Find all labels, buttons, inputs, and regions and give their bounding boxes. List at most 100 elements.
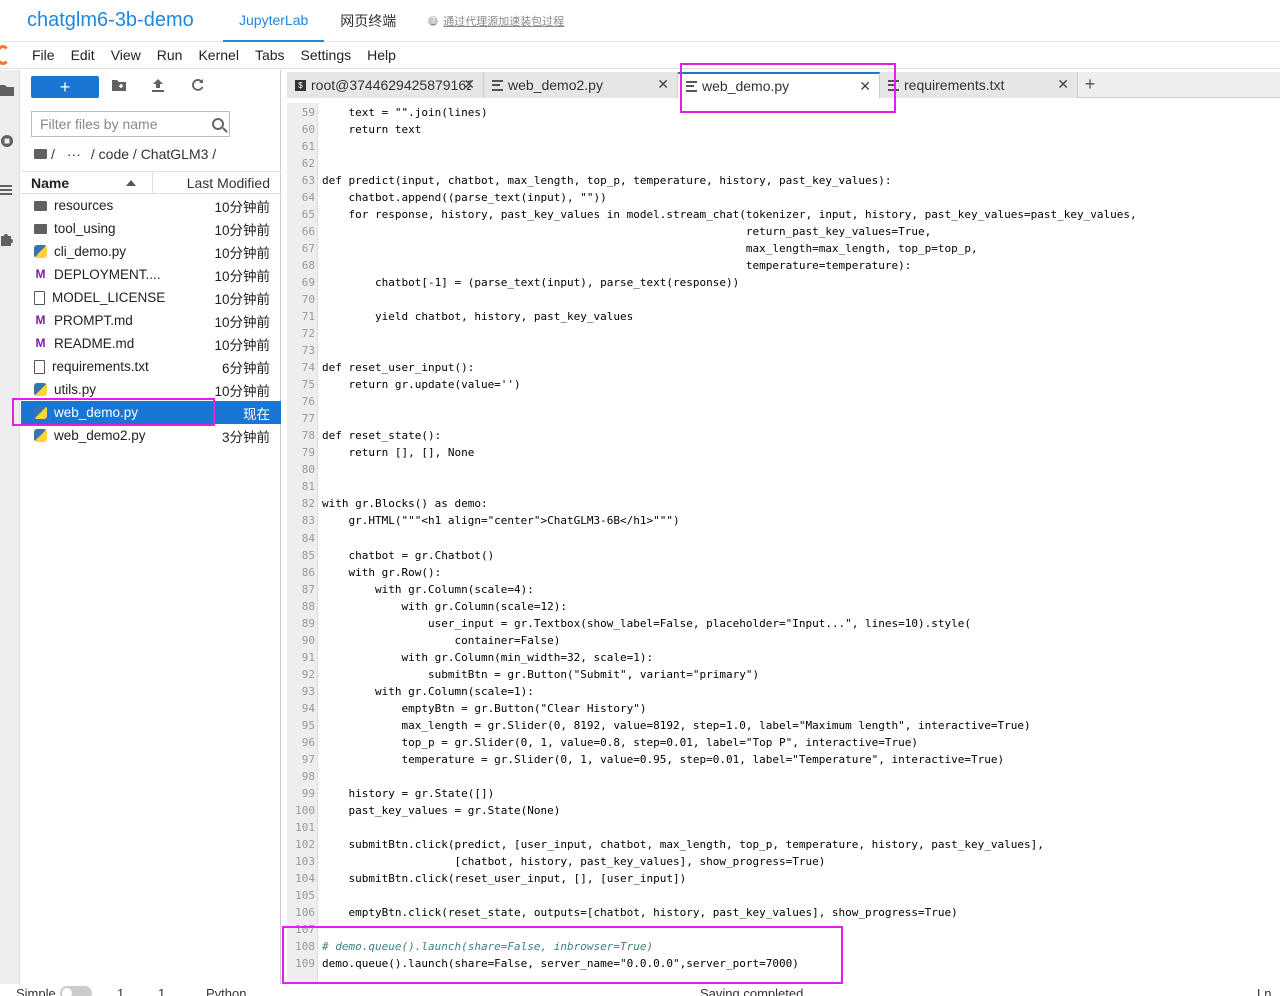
code-line[interactable]: 96 top_p = gr.Slider(0, 1, value=0.8, st… [287, 734, 918, 751]
tab-requirements[interactable]: requirements.txt ✕ [880, 72, 1078, 98]
code-line[interactable]: 69 chatbot[-1] = (parse_text(input), par… [287, 274, 739, 291]
list-item[interactable]: tool_using 10分钟前 [21, 217, 281, 240]
code-line[interactable]: 101 [287, 819, 322, 836]
list-item[interactable]: resources 10分钟前 [21, 194, 281, 217]
code-line[interactable]: 93 with gr.Column(scale=1): [287, 683, 534, 700]
new-launcher-button[interactable]: + [31, 76, 99, 98]
code-line[interactable]: 78 def reset_state(): [287, 427, 441, 444]
tab-jupyterlab[interactable]: JupyterLab [223, 0, 325, 42]
code-line[interactable]: 82 with gr.Blocks() as demo: [287, 495, 488, 512]
code-line[interactable]: 68 temperature=temperature): [287, 257, 912, 274]
code-line[interactable]: 84 [287, 530, 322, 547]
breadcrumb-ellipsis[interactable]: ··· [67, 146, 81, 162]
column-name-header[interactable]: Name [21, 172, 153, 193]
code-editor[interactable]: 59 text = "".join(lines) 60 return text 61… [287, 103, 1280, 983]
menu-tabs[interactable]: Tabs [247, 47, 293, 63]
list-item[interactable]: utils.py 10分钟前 [21, 378, 281, 401]
code-line[interactable]: 63 def predict(input, chatbot, max_length… [287, 172, 892, 189]
code-line[interactable]: 75 return gr.update(value='') [287, 376, 521, 393]
code-line[interactable]: 90 container=False) [287, 632, 561, 649]
list-item[interactable]: MODEL_LICENSE 10分钟前 [21, 286, 281, 309]
code-line[interactable]: 71 yield chatbot, history, past_key_valu… [287, 308, 634, 325]
code-line[interactable]: 98 [287, 768, 322, 785]
code-line[interactable]: 100 past_key_values = gr.State(None) [287, 802, 560, 819]
extension-icon[interactable] [0, 232, 14, 246]
code-line[interactable]: 66 return_past_key_values=True, [287, 223, 932, 240]
code-line[interactable]: 60 return text [287, 121, 422, 138]
add-tab-button[interactable]: + [1078, 72, 1102, 98]
running-icon[interactable] [0, 134, 14, 148]
tab-terminal[interactable]: $ root@3744629425879162I ✕ [287, 72, 484, 98]
list-item-selected[interactable]: web_demo.py 现在 [21, 401, 281, 424]
refresh-icon[interactable] [190, 78, 206, 94]
code-line[interactable]: 70 [287, 291, 322, 308]
code-line[interactable]: 83 gr.HTML("""<h1 align="center">ChatGLM… [287, 512, 680, 529]
code-line[interactable]: 72 [287, 325, 322, 342]
column-last-modified-header[interactable]: Last Modified [153, 175, 281, 191]
close-icon[interactable]: ✕ [859, 78, 871, 95]
close-icon[interactable]: ✕ [1057, 76, 1069, 93]
code-line[interactable]: 87 with gr.Column(scale=4): [287, 581, 534, 598]
menu-kernel[interactable]: Kernel [190, 47, 246, 63]
code-line[interactable]: 74 def reset_user_input(): [287, 359, 475, 376]
close-icon[interactable]: ✕ [657, 76, 669, 93]
table-of-contents-icon[interactable] [0, 184, 14, 198]
upload-icon[interactable] [150, 78, 166, 94]
breadcrumb-root[interactable]: / [51, 146, 55, 162]
menu-run[interactable]: Run [149, 47, 191, 63]
code-line[interactable]: 104 submitBtn.click(reset_user_input, []… [287, 870, 686, 887]
code-line[interactable]: 65 for response, history, past_key_value… [287, 206, 1137, 223]
code-line[interactable]: 94 emptyBtn = gr.Button("Clear History") [287, 700, 647, 717]
tab-web-demo2[interactable]: web_demo2.py ✕ [484, 72, 678, 98]
code-line[interactable]: 77 [287, 410, 322, 427]
list-item[interactable]: M DEPLOYMENT.... 10分钟前 [21, 263, 281, 286]
proxy-hint-link[interactable]: ? 通过代理源加速装包过程 [428, 13, 564, 29]
list-item[interactable]: M README.md 10分钟前 [21, 332, 281, 355]
code-line[interactable]: 89 user_input = gr.Textbox(show_label=Fa… [287, 615, 971, 632]
code-line[interactable]: 99 history = gr.State([]) [287, 785, 494, 802]
list-item[interactable]: web_demo2.py 3分钟前 [21, 424, 281, 447]
simple-mode-toggle[interactable] [60, 986, 92, 996]
new-folder-icon[interactable] [111, 78, 127, 94]
list-item[interactable]: M PROMPT.md 10分钟前 [21, 309, 281, 332]
filter-files-input[interactable]: Filter files by name [31, 111, 230, 137]
code-line[interactable]: 91 with gr.Column(min_width=32, scale=1)… [287, 649, 653, 666]
code-line[interactable]: 95 max_length = gr.Slider(0, 8192, value… [287, 717, 1031, 734]
code-line[interactable]: 105 [287, 887, 322, 904]
code-line[interactable]: 108 # demo.queue().launch(share=False, in… [287, 938, 653, 955]
code-line[interactable]: 73 [287, 342, 322, 359]
status-cursor-position[interactable]: Ln 1 [1257, 984, 1280, 996]
code-line[interactable]: 103 [chatbot, history, past_key_values],… [287, 853, 825, 870]
menu-help[interactable]: Help [359, 47, 404, 63]
code-line[interactable]: 62 [287, 155, 322, 172]
list-item[interactable]: requirements.txt 6分钟前 [21, 355, 281, 378]
close-icon[interactable]: ✕ [463, 76, 475, 93]
code-line[interactable]: 106 emptyBtn.click(reset_state, outputs=… [287, 904, 958, 921]
breadcrumb-path[interactable]: / code / ChatGLM3 / [91, 146, 216, 162]
status-kernel-name[interactable]: Python [206, 984, 246, 996]
code-line[interactable]: 81 [287, 478, 322, 495]
tab-web-terminal[interactable]: 网页终端 [324, 0, 412, 42]
menu-settings[interactable]: Settings [293, 47, 360, 63]
code-line[interactable]: 109 demo.queue().launch(share=False, serv… [287, 955, 799, 972]
code-line[interactable]: 79 return [], [], None [287, 444, 475, 461]
menu-edit[interactable]: Edit [63, 47, 103, 63]
code-line[interactable]: 67 max_length=max_length, top_p=top_p, [287, 240, 978, 257]
code-line[interactable]: 64 chatbot.append((parse_text(input), ""… [287, 189, 607, 206]
folder-icon[interactable] [0, 84, 14, 98]
code-line[interactable]: 61 [287, 138, 322, 155]
code-line[interactable]: 102 submitBtn.click(predict, [user_input… [287, 836, 1044, 853]
code-line[interactable]: 59 text = "".join(lines) [287, 104, 488, 121]
menu-file[interactable]: File [24, 47, 63, 63]
proxy-hint-text[interactable]: 通过代理源加速装包过程 [443, 13, 564, 29]
list-item[interactable]: cli_demo.py 10分钟前 [21, 240, 281, 263]
code-line[interactable]: 97 temperature = gr.Slider(0, 1, value=0… [287, 751, 1004, 768]
code-line[interactable]: 88 with gr.Column(scale=12): [287, 598, 567, 615]
code-line[interactable]: 80 [287, 461, 322, 478]
menu-view[interactable]: View [103, 47, 149, 63]
tab-web-demo[interactable]: web_demo.py ✕ [678, 72, 880, 98]
code-line[interactable]: 86 with gr.Row(): [287, 564, 441, 581]
code-line[interactable]: 76 [287, 393, 322, 410]
code-line[interactable]: 107 [287, 921, 322, 938]
home-folder-icon[interactable] [34, 149, 47, 159]
